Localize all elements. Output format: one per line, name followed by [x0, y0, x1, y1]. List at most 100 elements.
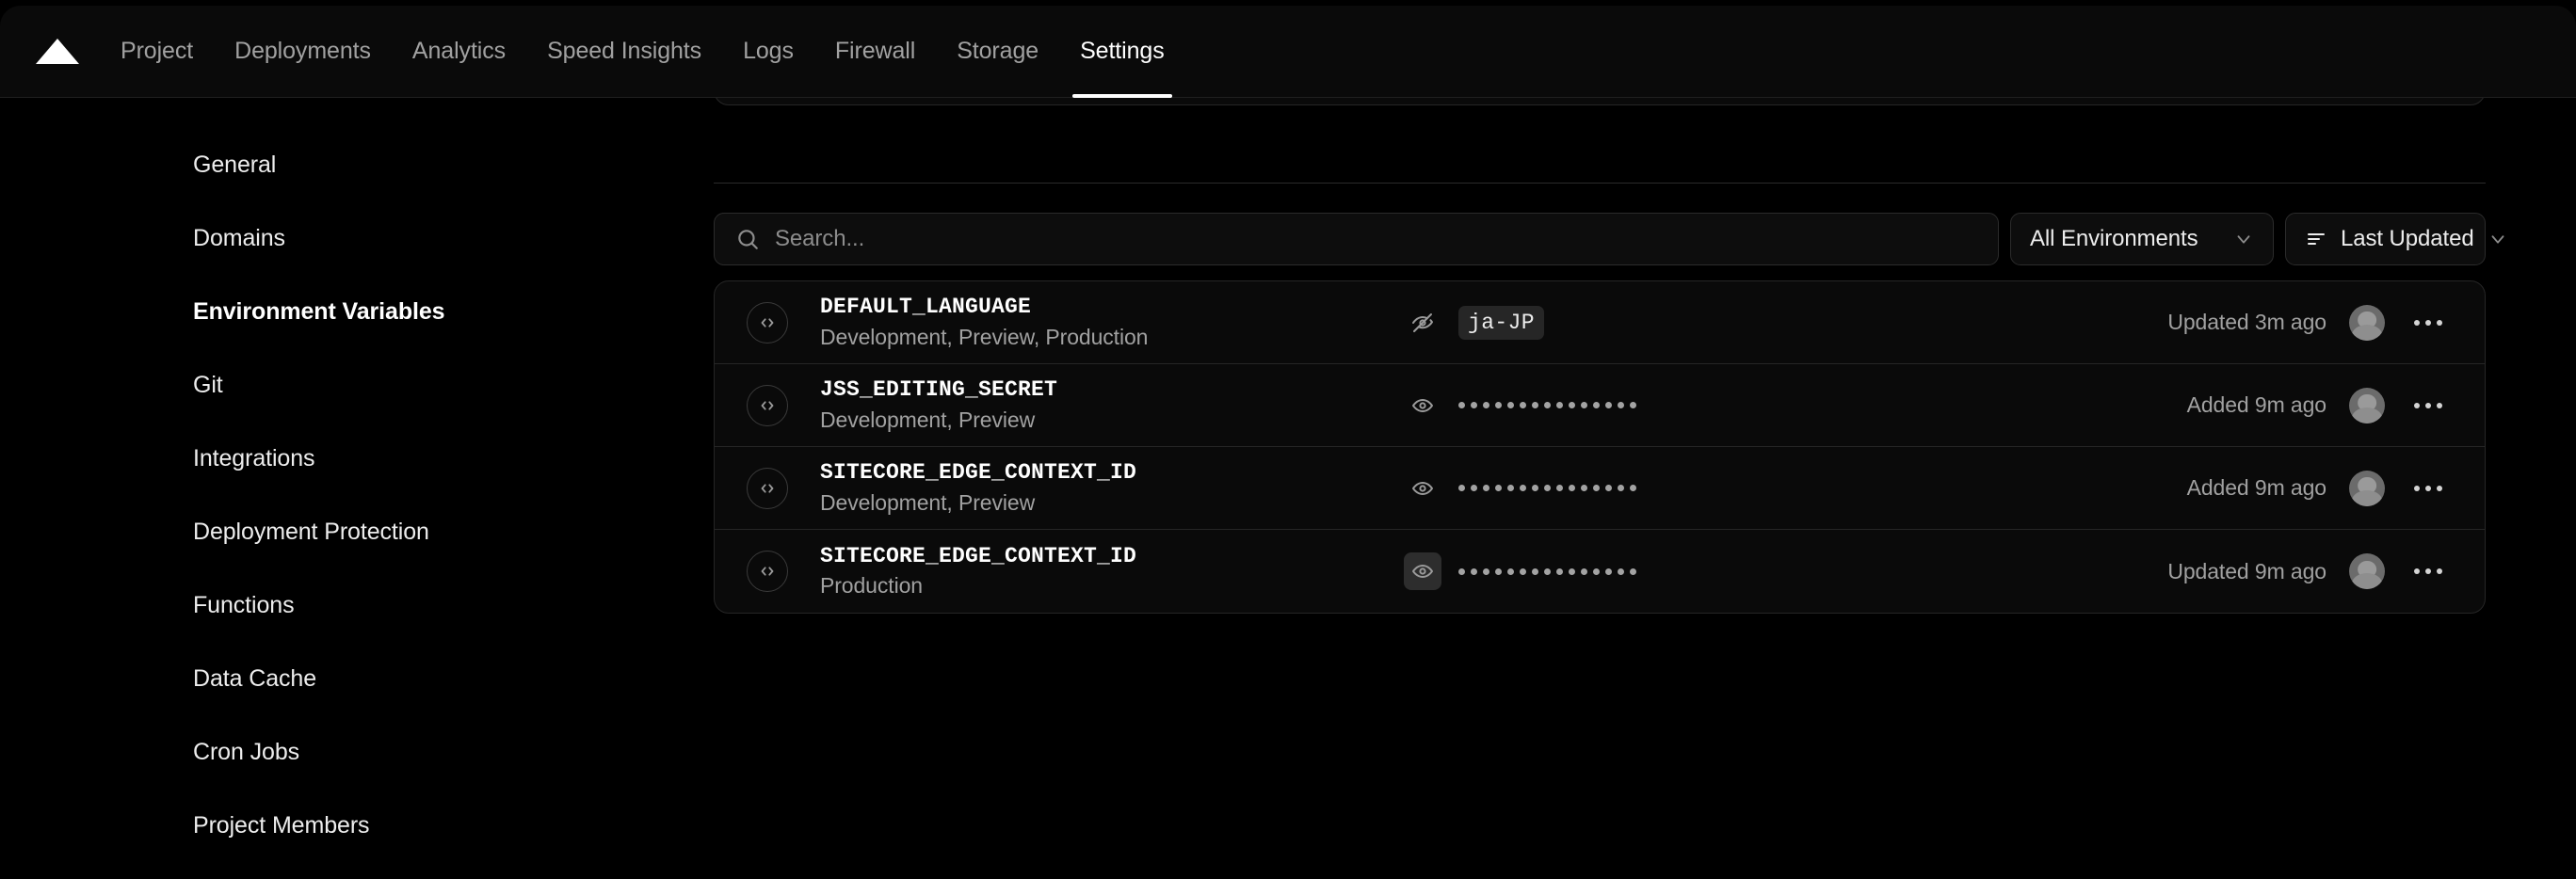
environment-variables-list: DEFAULT_LANGUAGE Development, Preview, Pr… — [714, 280, 2486, 614]
nav-tab-analytics[interactable]: Analytics — [392, 6, 526, 97]
env-var-toolbar: Search... All Environments Last Updated — [714, 213, 2504, 265]
nav-tab-storage[interactable]: Storage — [936, 6, 1059, 97]
sidebar-item-project-members[interactable]: Project Members — [193, 804, 714, 847]
sidebar-item-data-cache[interactable]: Data Cache — [193, 657, 714, 700]
nav-tab-label: Logs — [743, 38, 794, 64]
avatar — [2349, 387, 2385, 424]
env-var-identity: SITECORE_EDGE_CONTEXT_ID Development, Pre… — [820, 460, 1404, 516]
env-var-environments: Development, Preview, Production — [820, 324, 1149, 349]
env-var-masked-value — [1458, 567, 1636, 575]
env-var-row[interactable]: JSS_EDITING_SECRET Development, Preview Ad… — [715, 364, 2485, 447]
code-brackets-icon — [747, 301, 788, 344]
environment-filter-dropdown[interactable]: All Environments — [2010, 213, 2274, 265]
nav-tab-project[interactable]: Project — [100, 6, 214, 97]
sidebar-item-label: Environment Variables — [193, 297, 445, 325]
top-nav-items: Project Deployments Analytics Speed Insight… — [100, 6, 1185, 98]
nav-tab-label: Analytics — [411, 38, 507, 64]
eye-icon[interactable] — [1404, 387, 1441, 424]
browser-window: Project Deployments Analytics Speed Insight… — [0, 6, 2576, 879]
top-navigation-bar: Project Deployments Analytics Speed Insight… — [0, 6, 2576, 98]
nav-tab-label: Project — [121, 38, 194, 64]
nav-tab-label: Deployments — [234, 38, 371, 64]
avatar — [2349, 304, 2385, 341]
page-body: General Domains Environment Variables Git In… — [0, 98, 2576, 879]
sidebar-item-deployment-protection[interactable]: Deployment Protection — [193, 510, 714, 553]
avatar — [2349, 553, 2385, 589]
more-horizontal-icon[interactable] — [2407, 551, 2449, 592]
env-var-key: SITECORE_EDGE_CONTEXT_ID — [820, 543, 1137, 568]
more-horizontal-icon[interactable] — [2407, 385, 2449, 426]
nav-tab-logs[interactable]: Logs — [722, 6, 814, 97]
env-var-value-cell: ja-JP — [1404, 304, 2167, 342]
env-var-environments: Production — [820, 573, 923, 599]
nav-tab-label: Settings — [1080, 38, 1165, 64]
sidebar-item-general[interactable]: General — [193, 143, 714, 186]
more-horizontal-icon[interactable] — [2407, 302, 2449, 344]
sidebar-item-label: Data Cache — [193, 664, 317, 692]
sort-dropdown-label: Last Updated — [2341, 226, 2474, 251]
main-content: Search... All Environments Last Updated … — [714, 98, 2576, 879]
code-brackets-icon — [747, 467, 788, 509]
environment-filter-label: All Environments — [2030, 226, 2198, 251]
sidebar-item-label: Cron Jobs — [193, 738, 300, 765]
sidebar-item-functions[interactable]: Functions — [193, 583, 714, 627]
env-var-timestamp: Added 9m ago — [2186, 475, 2327, 500]
chevron-down-icon — [2487, 229, 2508, 249]
env-var-identity: SITECORE_EDGE_CONTEXT_ID Production — [820, 544, 1404, 599]
sidebar-item-git[interactable]: Git — [193, 363, 714, 407]
env-var-timestamp: Updated 3m ago — [2167, 310, 2326, 334]
nav-tab-deployments[interactable]: Deployments — [214, 6, 392, 97]
sort-lines-icon — [2305, 228, 2327, 250]
search-input[interactable]: Search... — [714, 213, 1999, 265]
nav-tab-firewall[interactable]: Firewall — [814, 6, 936, 97]
search-icon — [735, 227, 760, 251]
sidebar-item-environment-variables[interactable]: Environment Variables — [193, 290, 714, 333]
env-var-meta: Added 9m ago — [2187, 468, 2449, 509]
env-var-timestamp: Updated 9m ago — [2167, 558, 2326, 583]
env-var-environments: Development, Preview — [820, 407, 1036, 432]
sidebar-item-label: Domains — [193, 224, 285, 251]
env-var-identity: JSS_EDITING_SECRET Development, Preview — [820, 377, 1404, 433]
app-root: Project Deployments Analytics Speed Insight… — [0, 0, 2576, 879]
env-var-value-cell — [1404, 387, 2187, 424]
env-var-key: JSS_EDITING_SECRET — [820, 377, 1058, 403]
env-var-masked-value — [1458, 485, 1636, 491]
env-var-masked-value — [1458, 402, 1636, 408]
previous-card-partial — [714, 98, 2486, 105]
env-var-meta: Added 9m ago — [2187, 385, 2449, 426]
eye-off-icon[interactable] — [1404, 304, 1441, 342]
eye-icon[interactable] — [1404, 470, 1441, 507]
env-var-value-cell — [1404, 552, 2167, 590]
sidebar-item-cron-jobs[interactable]: Cron Jobs — [193, 730, 714, 774]
sort-dropdown[interactable]: Last Updated — [2285, 213, 2504, 265]
env-var-environments: Development, Preview — [820, 489, 1036, 515]
sidebar-item-integrations[interactable]: Integrations — [193, 437, 714, 480]
env-var-row[interactable]: SITECORE_EDGE_CONTEXT_ID Production Update… — [715, 530, 2485, 613]
chevron-down-icon — [2233, 229, 2254, 249]
code-brackets-icon — [747, 551, 788, 592]
more-horizontal-icon[interactable] — [2407, 468, 2449, 509]
nav-tab-speed-insights[interactable]: Speed Insights — [526, 6, 722, 97]
env-var-identity: DEFAULT_LANGUAGE Development, Preview, Pr… — [820, 295, 1404, 350]
avatar — [2349, 470, 2385, 506]
sidebar-item-label: General — [193, 151, 277, 178]
sidebar-item-label: Deployment Protection — [193, 518, 429, 545]
vercel-triangle-logo-icon[interactable] — [36, 30, 79, 73]
eye-icon[interactable] — [1404, 552, 1441, 590]
sidebar-item-domains[interactable]: Domains — [193, 216, 714, 260]
sidebar-item-label: Integrations — [193, 444, 315, 471]
env-var-row[interactable]: DEFAULT_LANGUAGE Development, Preview, Pr… — [715, 281, 2485, 364]
env-var-row[interactable]: SITECORE_EDGE_CONTEXT_ID Development, Pre… — [715, 447, 2485, 530]
env-var-key: SITECORE_EDGE_CONTEXT_ID — [820, 460, 1137, 486]
env-var-value-cell — [1404, 470, 2187, 507]
nav-tab-settings[interactable]: Settings — [1059, 6, 1185, 98]
nav-tab-label: Firewall — [834, 38, 916, 64]
section-divider — [714, 183, 2486, 184]
sidebar-item-label: Git — [193, 371, 223, 398]
nav-tab-label: Storage — [957, 38, 1039, 64]
env-var-timestamp: Added 9m ago — [2186, 392, 2327, 417]
env-var-key: DEFAULT_LANGUAGE — [820, 295, 1032, 320]
env-var-meta: Updated 3m ago — [2167, 302, 2449, 344]
search-placeholder-text: Search... — [775, 226, 865, 251]
settings-sidebar: General Domains Environment Variables Git In… — [0, 98, 714, 879]
